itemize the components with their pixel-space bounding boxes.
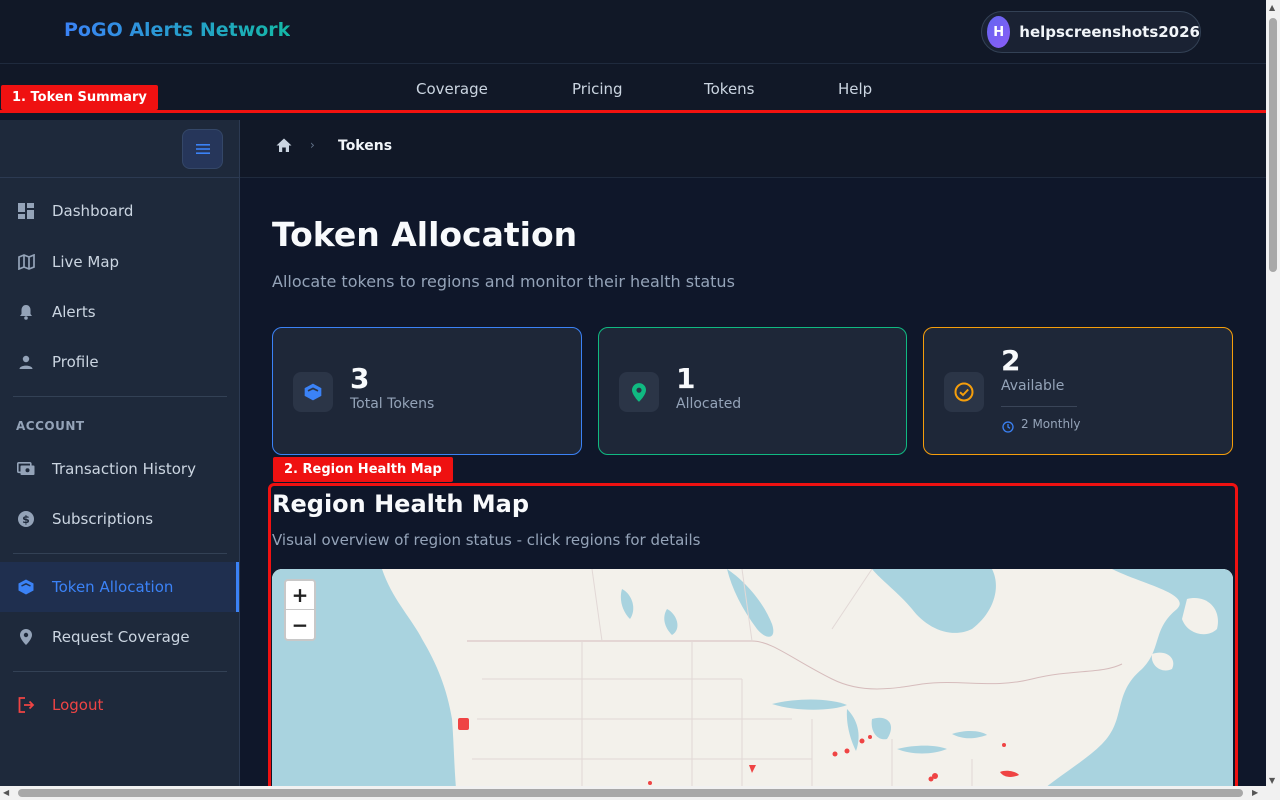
stat-value: 3: [350, 362, 370, 395]
sidebar-item-label: Alerts: [52, 303, 96, 321]
brand-logo[interactable]: PoGO Alerts Network: [64, 19, 290, 41]
scroll-left-icon[interactable]: ◀: [3, 788, 9, 797]
stat-card-total-tokens: 3 Total Tokens: [272, 327, 582, 455]
top-header: PoGO Alerts Network H helpscreenshots202…: [0, 0, 1266, 64]
token-icon: [17, 578, 35, 596]
dollar-icon: $: [17, 510, 35, 528]
stat-value: 2: [1001, 344, 1021, 377]
scroll-down-icon[interactable]: ▼: [1269, 776, 1275, 785]
sidebar-item-label: Transaction History: [52, 460, 196, 478]
stat-sublabel: 2 Monthly: [1021, 417, 1081, 431]
annotation-outline: [0, 110, 1266, 113]
sidebar-item-transaction-history[interactable]: Transaction History: [0, 444, 239, 494]
hamburger-icon: [195, 144, 210, 154]
map-icon: [17, 253, 35, 271]
sidebar-divider: [13, 671, 227, 672]
map-title: Region Health Map: [272, 490, 530, 518]
stat-card-allocated: 1 Allocated: [598, 327, 907, 455]
sidebar-item-token-allocation[interactable]: Token Allocation: [0, 562, 239, 612]
horizontal-scrollbar[interactable]: ◀ ▶: [0, 786, 1266, 800]
sidebar-divider: [13, 396, 227, 397]
sidebar-item-logout[interactable]: Logout: [0, 680, 239, 730]
nav-tokens[interactable]: Tokens: [704, 80, 755, 98]
bell-icon: [17, 303, 35, 321]
sidebar-item-label: Profile: [52, 353, 99, 371]
map-subtitle: Visual overview of region status - click…: [272, 531, 701, 549]
breadcrumb-current: Tokens: [338, 138, 393, 154]
sidebar: Dashboard Live Map Alerts Profile ACCOUN…: [0, 120, 240, 800]
stat-label: Total Tokens: [350, 396, 435, 412]
zoom-out-button[interactable]: −: [286, 610, 314, 639]
svg-text:$: $: [22, 513, 30, 526]
sidebar-item-label: Subscriptions: [52, 510, 154, 528]
user-menu[interactable]: H helpscreenshots2026: [981, 11, 1201, 53]
sidebar-item-dashboard[interactable]: Dashboard: [0, 186, 239, 236]
location-pin-icon: [619, 372, 659, 412]
sidebar-item-profile[interactable]: Profile: [0, 337, 239, 387]
sidebar-header: [0, 120, 239, 178]
annotation-tag-1: 1. Token Summary: [1, 85, 158, 110]
username: helpscreenshots2026: [1019, 23, 1200, 41]
sidebar-item-subscriptions[interactable]: $ Subscriptions: [0, 494, 239, 544]
sidebar-item-label: Dashboard: [52, 202, 134, 220]
sidebar-item-label: Request Coverage: [52, 628, 190, 646]
chevron-right-icon: ›: [310, 138, 315, 152]
page-title: Token Allocation: [272, 215, 578, 254]
vertical-scrollbar[interactable]: ▲ ▼: [1266, 0, 1280, 800]
region-map[interactable]: + −: [272, 569, 1233, 800]
map-basemap: [272, 569, 1233, 800]
stat-label: Allocated: [676, 396, 742, 412]
stat-divider: [1001, 406, 1077, 407]
main-nav: Coverage Pricing Tokens Help: [0, 64, 1266, 114]
dashboard-icon: [17, 202, 35, 220]
annotation-tag-2: 2. Region Health Map: [273, 457, 453, 482]
sidebar-item-live-map[interactable]: Live Map: [0, 237, 239, 287]
token-icon: [293, 372, 333, 412]
stat-label: Available: [1001, 378, 1065, 394]
menu-toggle-button[interactable]: [182, 129, 223, 169]
sidebar-item-label: Logout: [52, 696, 104, 714]
scrollbar-thumb[interactable]: [1269, 18, 1277, 272]
stat-value: 1: [676, 362, 696, 395]
home-icon[interactable]: [276, 138, 292, 157]
receipt-icon: [17, 460, 35, 478]
map-zoom-control: + −: [284, 579, 316, 641]
page-subtitle: Allocate tokens to regions and monitor t…: [272, 272, 735, 291]
avatar: H: [987, 16, 1011, 48]
logout-icon: [17, 696, 35, 714]
sidebar-item-label: Token Allocation: [52, 578, 174, 596]
clock-icon: [1002, 418, 1014, 437]
nav-help[interactable]: Help: [838, 80, 872, 98]
scroll-right-icon[interactable]: ▶: [1252, 788, 1258, 797]
sidebar-divider: [13, 553, 227, 554]
zoom-in-button[interactable]: +: [286, 581, 314, 610]
location-pin-icon: [17, 628, 35, 646]
scroll-up-icon[interactable]: ▲: [1269, 3, 1275, 12]
nav-coverage[interactable]: Coverage: [416, 80, 488, 98]
sidebar-item-label: Live Map: [52, 253, 120, 271]
sidebar-section-account: ACCOUNT: [16, 419, 85, 433]
breadcrumb: › Tokens: [240, 120, 1266, 178]
check-circle-icon: [944, 372, 984, 412]
sidebar-item-request-coverage[interactable]: Request Coverage: [0, 612, 239, 662]
nav-pricing[interactable]: Pricing: [572, 80, 623, 98]
user-icon: [17, 353, 35, 371]
sidebar-item-alerts[interactable]: Alerts: [0, 287, 239, 337]
scrollbar-thumb[interactable]: [18, 789, 1243, 797]
stat-card-available: 2 Available 2 Monthly: [923, 327, 1233, 455]
